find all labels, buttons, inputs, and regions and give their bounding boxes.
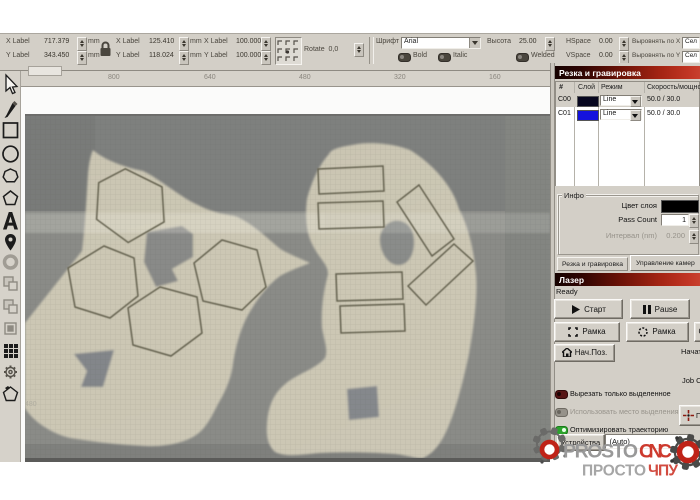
svg-text:PROSTO: PROSTO [563,441,638,463]
svg-text:ЧПУ: ЧПУ [648,463,678,480]
svg-text:ПРОСТО: ПРОСТО [582,463,646,480]
svg-text:480: 480 [25,401,37,408]
svg-text:CNC: CNC [639,441,672,463]
